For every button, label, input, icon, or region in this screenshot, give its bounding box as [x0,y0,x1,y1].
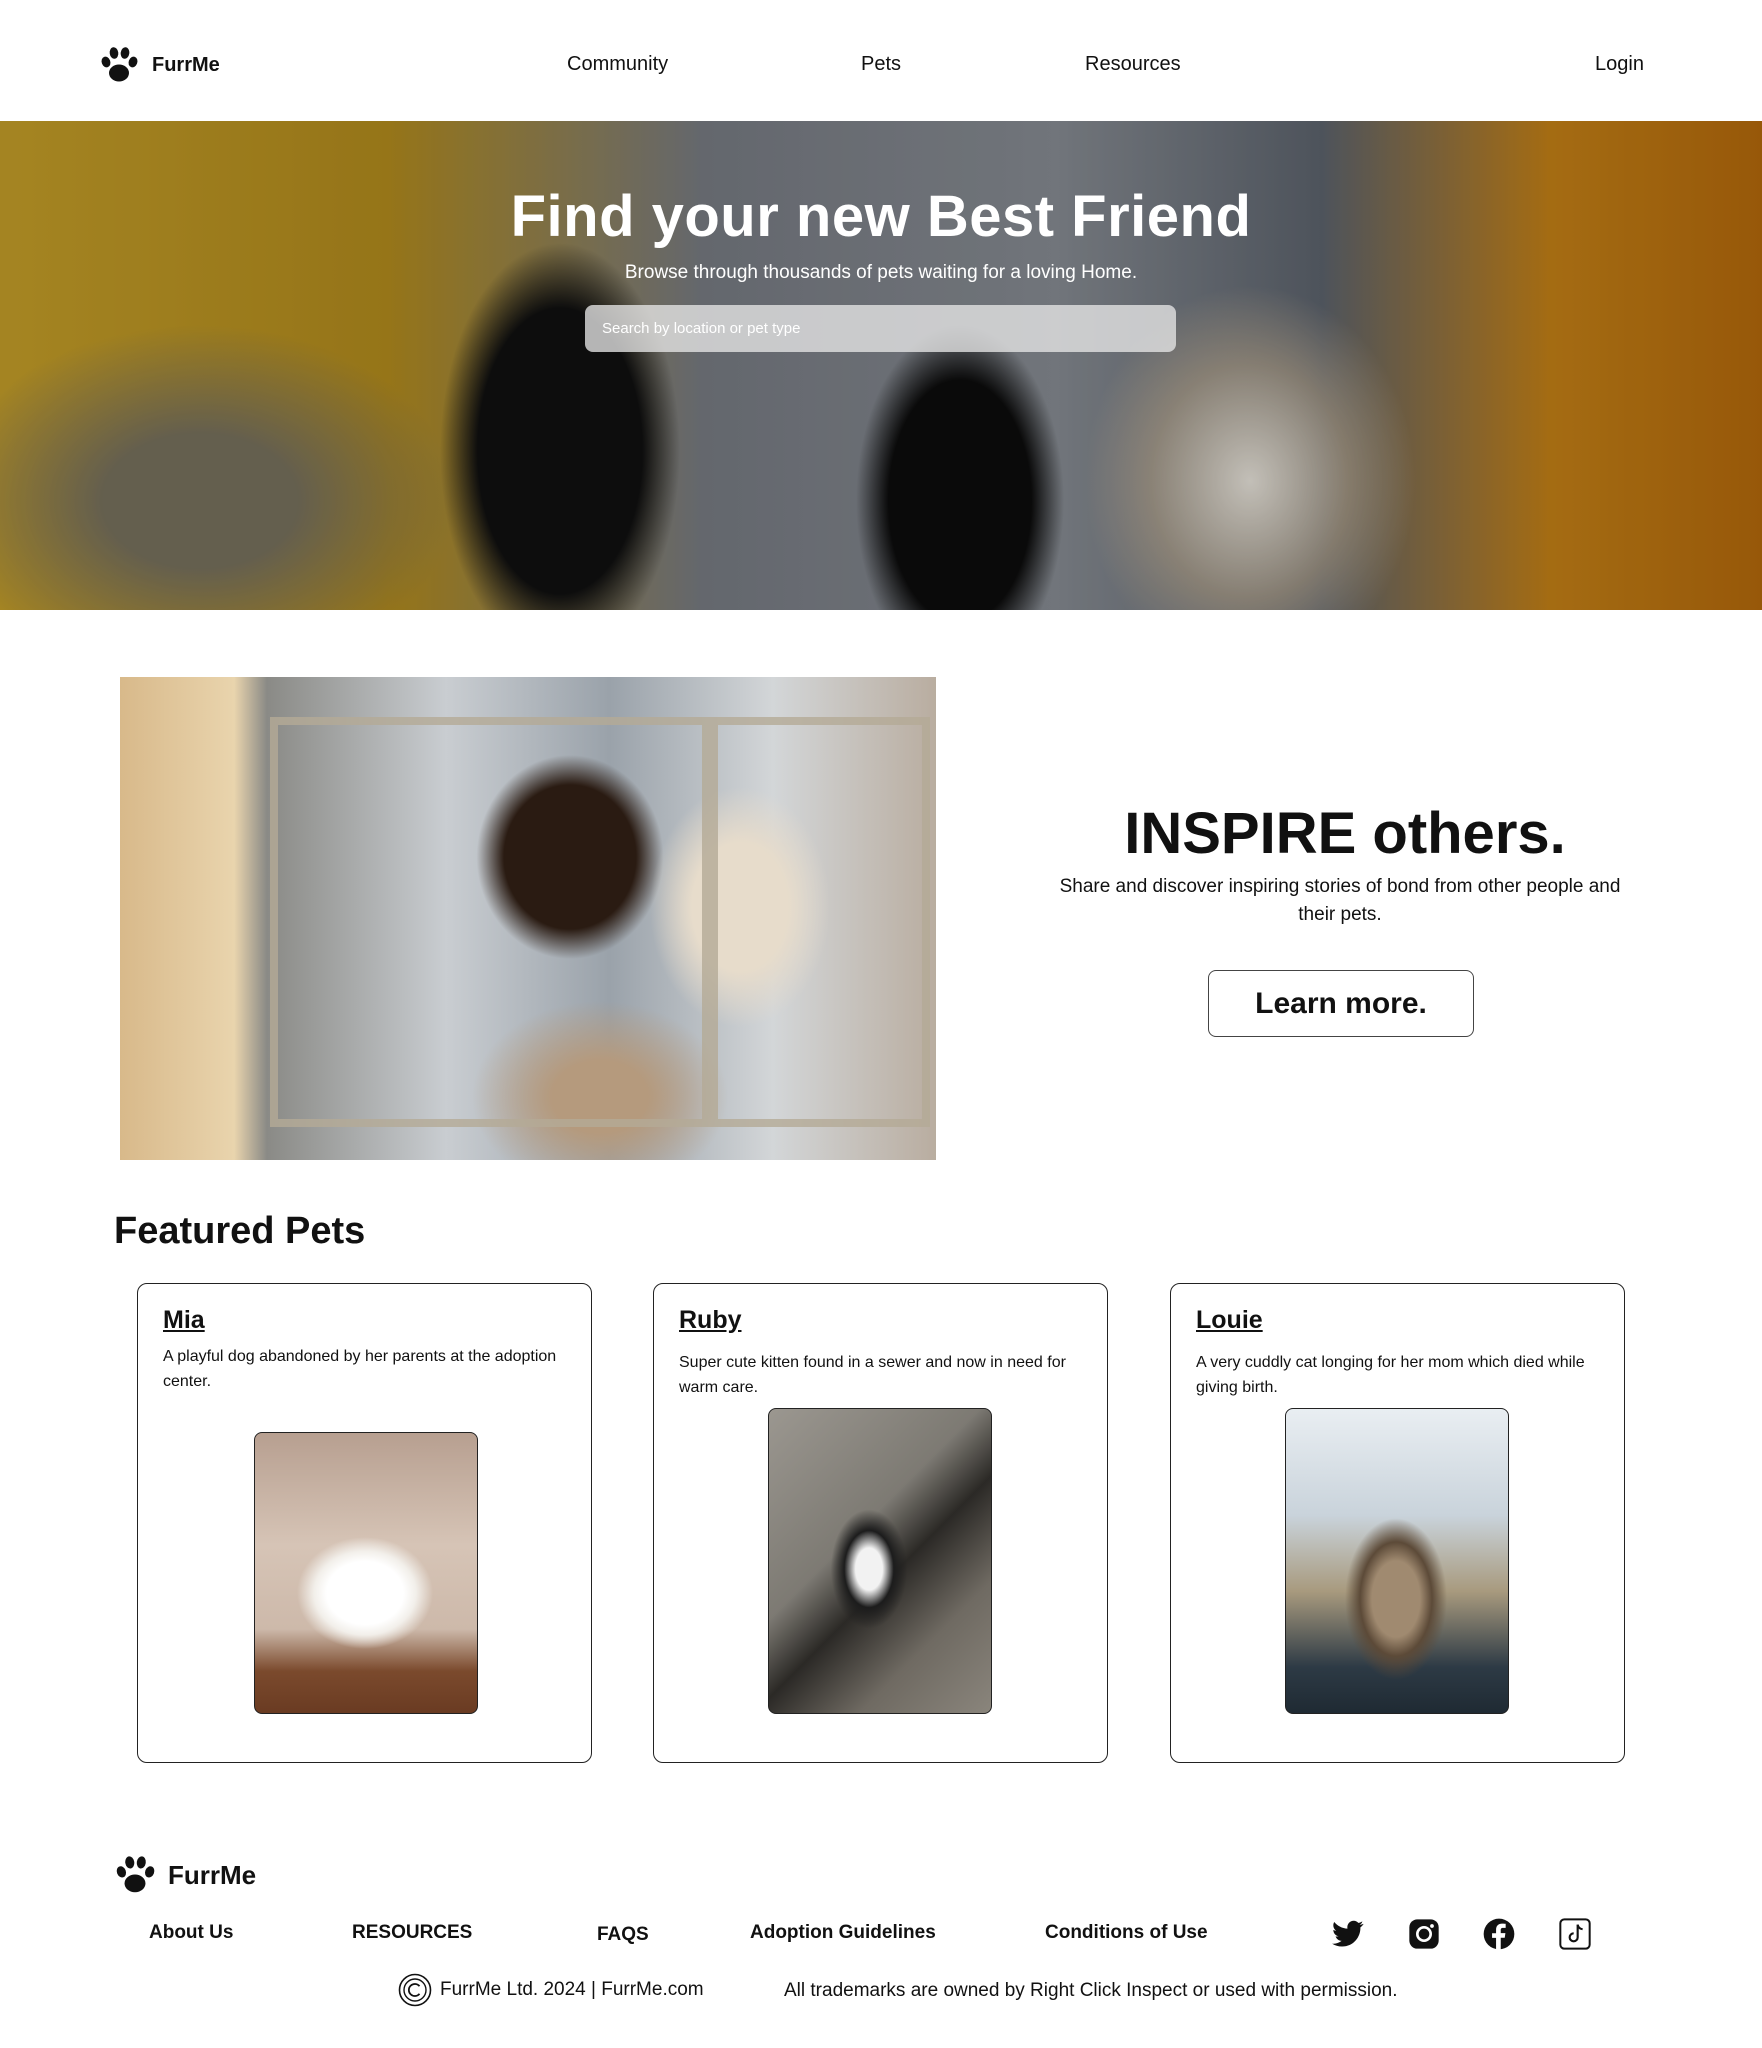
instagram-icon [1409,1919,1439,1949]
pet-description: A very cuddly cat longing for her mom wh… [1196,1354,1585,1396]
nav-link-resources[interactable]: Resources [1085,53,1181,76]
inspire-text: Share and discover inspiring stories of … [1059,876,1621,925]
pet-photo[interactable] [1285,1408,1509,1714]
top-nav: FurrMe Community Pets Resources Login [0,0,1762,121]
tiktok-link[interactable] [1558,1917,1592,1951]
nav-link-community[interactable]: Community [567,53,668,76]
login-link[interactable]: Login [1595,53,1644,76]
pet-description: A playful dog abandoned by her parents a… [163,1348,557,1390]
footer-link-conditions-of-use[interactable]: Conditions of Use [1045,1922,1208,1944]
paw-icon [101,47,138,82]
pet-name-link[interactable]: Louie [1196,1306,1263,1335]
facebook-icon [1483,1918,1515,1950]
footer-link-resources[interactable]: RESOURCES [352,1922,472,1944]
copyright-icon [398,1973,432,2007]
brand-logo[interactable]: FurrMe [98,44,220,86]
pet-card-ruby[interactable]: Ruby Super cute kitten found in a sewer … [653,1283,1108,1763]
copyright-text: FurrMe Ltd. 2024 | FurrMe.com [440,1979,704,2000]
pet-photo[interactable] [254,1432,478,1714]
window-frame [270,717,710,1127]
hero-subtitle: Browse through thousands of pets waiting… [624,262,1138,283]
pet-name-link[interactable]: Mia [163,1306,205,1335]
nav-link-pets[interactable]: Pets [861,53,901,76]
learn-more-button[interactable]: Learn more. [1208,970,1474,1037]
window-frame [710,717,930,1127]
brand-name: FurrMe [152,53,220,76]
footer-link-adoption-guidelines[interactable]: Adoption Guidelines [750,1922,936,1944]
pet-photo[interactable] [768,1408,992,1714]
hero-title: Find your new Best Friend [510,184,1252,249]
pet-description: Super cute kitten found in a sewer and n… [679,1354,1066,1396]
trademark-notice: All trademarks are owned by Right Click … [784,1980,1398,2001]
instagram-link[interactable] [1407,1917,1441,1951]
inspire-title: INSPIRE others. [1124,801,1566,866]
footer-link-about-us[interactable]: About Us [149,1922,233,1944]
pet-name-link[interactable]: Ruby [679,1306,742,1335]
inspire-photo [120,677,936,1160]
facebook-link[interactable] [1482,1917,1516,1951]
paw-icon [116,1856,155,1893]
twitter-icon [1332,1920,1364,1947]
search-input[interactable] [585,305,1176,352]
featured-pets-title: Featured Pets [114,1210,366,1252]
pet-card-louie[interactable]: Louie A very cuddly cat longing for her … [1170,1283,1625,1763]
footer-brand-name: FurrMe [168,1859,257,1890]
footer-link-faqs[interactable]: FAQS [597,1924,649,1946]
tiktok-icon [1559,1918,1591,1950]
footer-brand[interactable]: FurrMe [112,1853,256,1897]
copyright: FurrMe Ltd. 2024 | FurrMe.com [398,1973,704,2007]
pet-card-mia[interactable]: Mia A playful dog abandoned by her paren… [137,1283,592,1763]
twitter-link[interactable] [1331,1917,1365,1951]
